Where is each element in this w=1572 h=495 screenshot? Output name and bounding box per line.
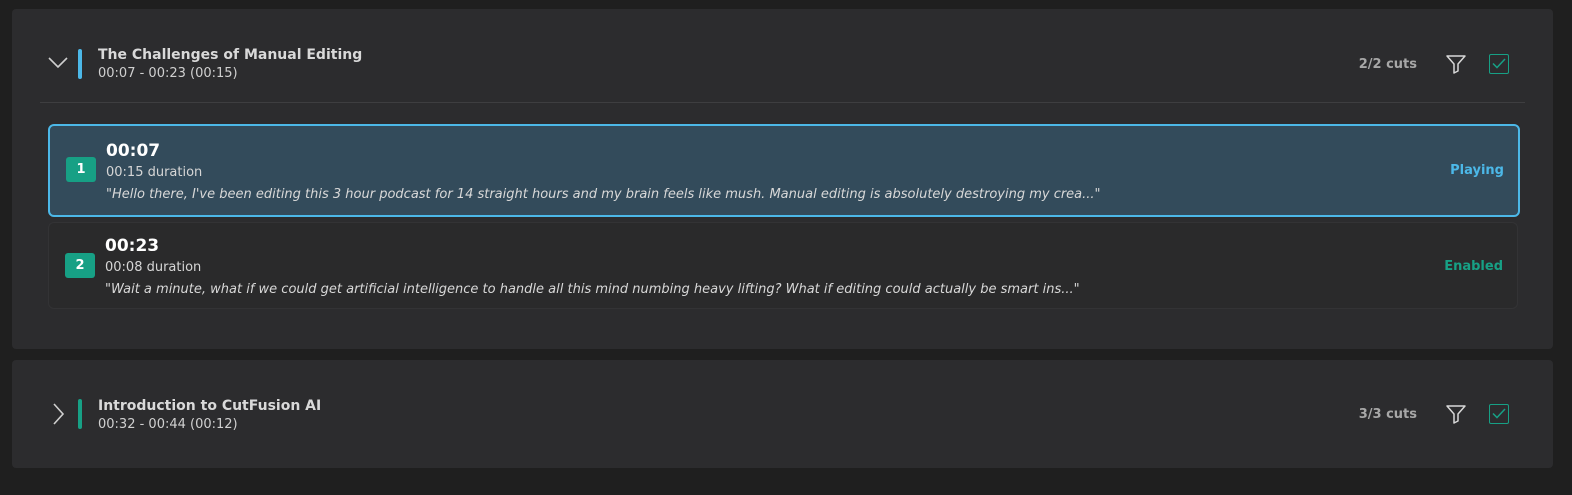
cut-number-badge: 2 (65, 253, 95, 278)
section-title: The Challenges of Manual Editing (98, 47, 363, 63)
cut-item[interactable]: 1 00:07 00:15 duration "Hello there, I'v… (48, 124, 1520, 217)
filter-icon[interactable] (1445, 403, 1467, 425)
section-header[interactable]: The Challenges of Manual Editing 00:07 -… (12, 9, 1553, 99)
section-header[interactable]: Introduction to CutFusion AI 00:32 - 00:… (12, 360, 1553, 468)
filter-icon[interactable] (1445, 53, 1467, 75)
checkmark-icon (1492, 58, 1506, 69)
cut-transcript-quote: "Hello there, I've been editing this 3 h… (106, 187, 1101, 202)
cut-transcript-quote: "Wait a minute, what if we could get art… (105, 282, 1080, 297)
cuts-count: 3/3 cuts (1358, 407, 1417, 422)
cut-start-time: 00:23 (105, 236, 160, 256)
cut-duration: 00:15 duration (106, 165, 203, 180)
cut-status-label: Playing (1450, 163, 1504, 178)
section-divider (40, 102, 1525, 103)
section-time-range: 00:32 - 00:44 (00:12) (98, 417, 238, 432)
section-challenges-manual-editing: The Challenges of Manual Editing 00:07 -… (12, 9, 1553, 349)
cut-number-badge: 1 (66, 157, 96, 182)
chevron-right-icon[interactable] (46, 402, 70, 426)
section-accent-bar (78, 49, 82, 79)
section-accent-bar (78, 399, 82, 429)
cut-start-time: 00:07 (106, 141, 161, 161)
section-title: Introduction to CutFusion AI (98, 398, 322, 414)
section-time-range: 00:07 - 00:23 (00:15) (98, 66, 238, 81)
checkmark-icon (1492, 408, 1506, 419)
cut-status-label: Enabled (1444, 259, 1503, 274)
cuts-count: 2/2 cuts (1358, 57, 1417, 72)
cut-duration: 00:08 duration (105, 260, 202, 275)
section-introduction-cutfusion: Introduction to CutFusion AI 00:32 - 00:… (12, 360, 1553, 468)
chevron-down-icon[interactable] (46, 51, 70, 75)
section-enabled-checkbox[interactable] (1489, 404, 1509, 424)
section-enabled-checkbox[interactable] (1489, 54, 1509, 74)
cut-item[interactable]: 2 00:23 00:08 duration "Wait a minute, w… (48, 222, 1518, 309)
